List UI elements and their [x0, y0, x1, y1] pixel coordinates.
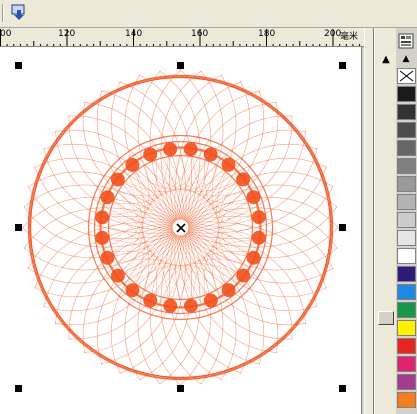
- swatch-red[interactable]: [397, 338, 416, 354]
- color-palette: ▲: [396, 28, 417, 414]
- selection-handle-bottom[interactable]: [177, 385, 184, 392]
- swatch-50-black[interactable]: [397, 176, 416, 192]
- ruler-label: 200: [324, 29, 342, 39]
- swatch-none[interactable]: [397, 68, 416, 84]
- rotation-center-icon[interactable]: [176, 223, 186, 233]
- swatch-blue[interactable]: [397, 284, 416, 300]
- ruler-label: 140: [125, 29, 143, 39]
- horizontal-ruler[interactable]: 00 120 140 160 180 200 毫米: [0, 28, 364, 47]
- swatch-navy[interactable]: [397, 266, 416, 282]
- selection-handle-top-left[interactable]: [15, 62, 22, 69]
- swatch-white[interactable]: [397, 248, 416, 264]
- ruler-ticks: [0, 29, 361, 46]
- swatch-40-black[interactable]: [397, 194, 416, 210]
- swatch-orange[interactable]: [397, 392, 416, 408]
- swatch-yellow[interactable]: [397, 320, 416, 336]
- swatch-70-black[interactable]: [397, 140, 416, 156]
- swatch-60-black[interactable]: [397, 158, 416, 174]
- swatch-80-black[interactable]: [397, 122, 416, 138]
- swatch-30-black[interactable]: [397, 212, 416, 228]
- ruler-label: 00: [0, 29, 12, 39]
- selection-handle-bottom-left[interactable]: [15, 385, 22, 392]
- ruler-units: 毫米: [340, 32, 359, 42]
- ruler-label: 180: [258, 29, 276, 39]
- swatch-90-black[interactable]: [397, 104, 416, 120]
- selection-handle-top[interactable]: [177, 62, 184, 69]
- drawing-canvas[interactable]: [0, 47, 361, 414]
- standard-toolbar: [0, 0, 417, 28]
- swatch-black[interactable]: [397, 86, 416, 102]
- scroll-up-arrow-icon[interactable]: ▲: [378, 52, 394, 66]
- swatch-purple[interactable]: [397, 374, 416, 390]
- palette-menu-icon[interactable]: [397, 32, 415, 50]
- scroll-thumb[interactable]: [378, 311, 394, 325]
- selection-handle-top-right[interactable]: [339, 62, 346, 69]
- swatch-green[interactable]: [397, 302, 416, 318]
- swatch-10-black[interactable]: [397, 230, 416, 246]
- selection-handle-left[interactable]: [15, 224, 22, 231]
- palette-up-arrow-icon[interactable]: ▲: [397, 52, 415, 66]
- selection-handle-right[interactable]: [339, 224, 346, 231]
- selection-handle-bottom-right[interactable]: [339, 385, 346, 392]
- docker-edge: [364, 28, 374, 414]
- docker-icon[interactable]: [8, 2, 30, 24]
- swatch-magenta[interactable]: [397, 356, 416, 372]
- ruler-label: 120: [58, 29, 76, 39]
- palette-scrollbar[interactable]: ▲: [374, 28, 396, 414]
- ruler-label: 160: [191, 29, 209, 39]
- toolbar-separator: [2, 4, 4, 22]
